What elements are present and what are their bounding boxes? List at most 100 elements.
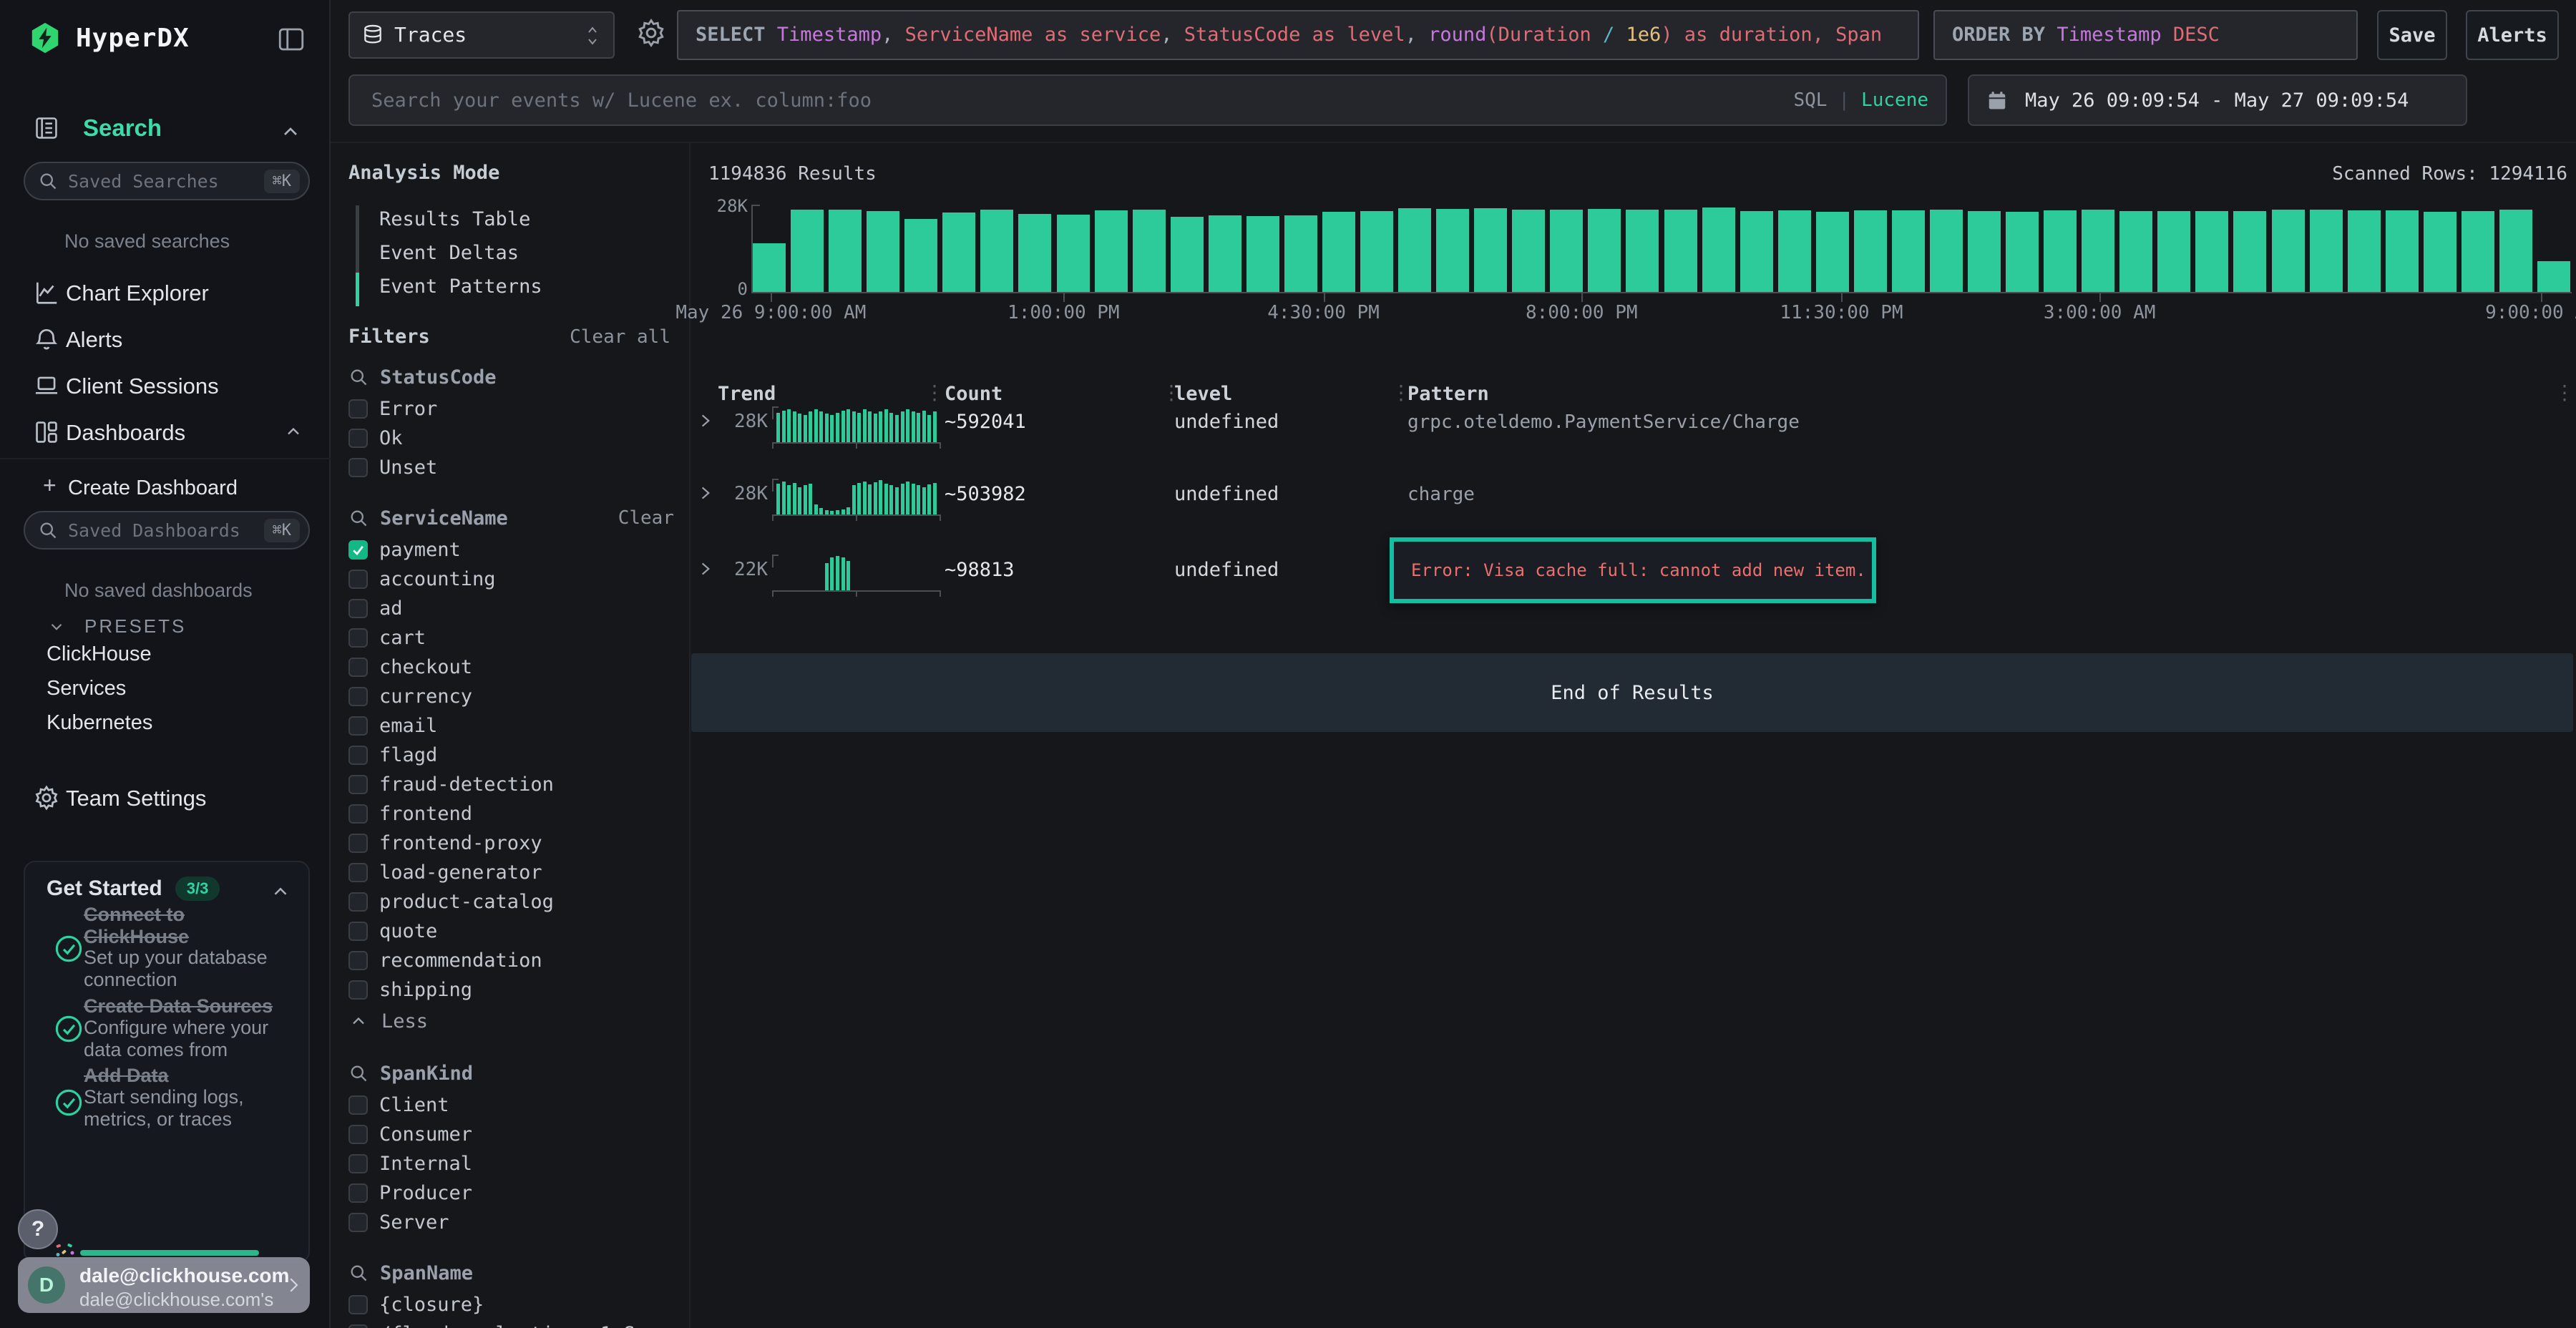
histogram-bar[interactable]: [1968, 211, 2001, 292]
histogram-bar[interactable]: [1664, 210, 1697, 292]
search-icon[interactable]: [348, 508, 369, 528]
filter-option-ok[interactable]: Ok: [348, 424, 674, 453]
checkbox[interactable]: [348, 399, 368, 419]
column-menu-dots-icon[interactable]: ⋮: [924, 381, 945, 404]
checkbox[interactable]: [348, 1213, 368, 1232]
filter-option-payment[interactable]: payment: [348, 535, 674, 565]
trend-sparkline[interactable]: [776, 480, 937, 514]
sidebar-item-team-settings[interactable]: Team Settings: [0, 778, 331, 819]
histogram-bar[interactable]: [1360, 211, 1393, 292]
checkbox[interactable]: [348, 775, 368, 794]
column-header-level[interactable]: level: [1174, 383, 1232, 405]
histogram-bar[interactable]: [753, 243, 786, 292]
sidebar-collapse-icon[interactable]: [276, 24, 306, 54]
histogram-bar[interactable]: [1322, 212, 1355, 292]
analysis-mode-event-patterns[interactable]: Event Patterns: [356, 270, 542, 303]
histogram-bar[interactable]: [2272, 210, 2305, 292]
histogram-bar[interactable]: [1512, 210, 1545, 292]
histogram-bar[interactable]: [867, 211, 899, 292]
checkbox[interactable]: [348, 570, 368, 589]
filter-option-accounting[interactable]: accounting: [348, 565, 674, 594]
checkbox[interactable]: [348, 429, 368, 448]
filter-option-ad[interactable]: ad: [348, 594, 674, 623]
histogram-bar[interactable]: [904, 219, 937, 292]
histogram-bar[interactable]: [2499, 210, 2532, 292]
filter-option-email[interactable]: email: [348, 711, 674, 741]
sidebar-item-preset-clickhouse[interactable]: ClickHouse: [47, 643, 152, 666]
histogram-bar[interactable]: [1133, 210, 1166, 292]
chevron-up-icon[interactable]: [279, 120, 302, 143]
histogram-bar[interactable]: [829, 210, 862, 292]
histogram-bar[interactable]: [1018, 214, 1051, 292]
sidebar-item-search[interactable]: Search: [33, 114, 162, 142]
source-settings-gear-icon[interactable]: [635, 17, 667, 49]
checkbox[interactable]: [348, 922, 368, 941]
chevron-up-icon[interactable]: [283, 421, 303, 441]
saved-searches-input[interactable]: Saved Searches ⌘K: [24, 162, 310, 200]
checkbox[interactable]: [348, 804, 368, 824]
histogram-bar[interactable]: [1550, 210, 1583, 292]
histogram-bar[interactable]: [1816, 212, 1849, 292]
filter-option-flagd[interactable]: flagd: [348, 741, 674, 770]
histogram-bar[interactable]: [2082, 210, 2114, 292]
filter-option-server[interactable]: Server: [348, 1208, 674, 1237]
search-icon[interactable]: [348, 367, 369, 387]
histogram-bar[interactable]: [980, 210, 1013, 292]
column-header-pattern[interactable]: Pattern: [1407, 383, 1489, 405]
highlighted-error-pattern[interactable]: Error: Visa cache full: cannot add new i…: [1390, 537, 1876, 603]
histogram-bar[interactable]: [1284, 215, 1317, 292]
checkbox[interactable]: [348, 892, 368, 912]
save-button[interactable]: Save: [2377, 10, 2447, 60]
sidebar-item-client-sessions[interactable]: Client Sessions: [0, 366, 331, 406]
filter-option-product-catalog[interactable]: product-catalog: [348, 887, 674, 917]
get-started-item-title[interactable]: Add Data: [84, 1065, 291, 1087]
histogram-bar[interactable]: [1740, 211, 1773, 292]
histogram-bar[interactable]: [2044, 210, 2077, 292]
user-menu[interactable]: D dale@clickhouse.com dale@clickhouse.co…: [18, 1257, 310, 1313]
alerts-button[interactable]: Alerts: [2466, 10, 2559, 60]
analysis-mode-results-table[interactable]: Results Table: [356, 202, 542, 236]
histogram-bar[interactable]: [2424, 212, 2457, 292]
filter-clear-link[interactable]: Clear: [618, 507, 674, 529]
histogram-bar[interactable]: [1171, 217, 1204, 292]
filter-option-quote[interactable]: quote: [348, 917, 674, 946]
sidebar-item-preset-services[interactable]: Services: [47, 677, 126, 700]
filter-option-consumer[interactable]: Consumer: [348, 1120, 674, 1149]
filter-option-error[interactable]: Error: [348, 394, 674, 424]
filter-option-frontend-proxy[interactable]: frontend-proxy: [348, 829, 674, 858]
checkbox[interactable]: [348, 1095, 368, 1115]
filter-option-shipping[interactable]: shipping: [348, 975, 674, 1005]
checkbox[interactable]: [348, 1183, 368, 1203]
checkbox[interactable]: [348, 1154, 368, 1173]
filter-option-frontend[interactable]: frontend: [348, 799, 674, 829]
filter-option-recommendation[interactable]: recommendation: [348, 946, 674, 975]
filter-option-cart[interactable]: cart: [348, 623, 674, 653]
logo[interactable]: HyperDX: [29, 21, 190, 54]
column-header-trend[interactable]: Trend: [718, 383, 776, 405]
date-range-picker[interactable]: May 26 09:09:54 - May 27 09:09:54: [1968, 74, 2467, 126]
lucene-search-input[interactable]: Search your events w/ Lucene ex. column:…: [348, 74, 1947, 126]
results-histogram[interactable]: [753, 205, 2570, 292]
checkbox[interactable]: [348, 746, 368, 765]
filter-option-unset[interactable]: Unset: [348, 453, 674, 482]
create-dashboard-button[interactable]: + Create Dashboard: [0, 469, 331, 509]
filter-option-internal[interactable]: Internal: [348, 1149, 674, 1178]
checkbox[interactable]: [348, 687, 368, 706]
show-less-toggle[interactable]: Less: [348, 1005, 674, 1038]
trend-sparkline[interactable]: [776, 408, 937, 442]
histogram-bar[interactable]: [1246, 216, 1279, 292]
histogram-bar[interactable]: [791, 210, 824, 292]
lang-lucene[interactable]: Lucene: [1861, 89, 1928, 111]
column-menu-dots-icon[interactable]: ⋮: [2555, 381, 2575, 404]
histogram-bar[interactable]: [2537, 261, 2570, 292]
saved-dashboards-input[interactable]: Saved Dashboards ⌘K: [24, 511, 310, 550]
checkbox[interactable]: [348, 628, 368, 648]
source-select[interactable]: Traces: [348, 11, 615, 59]
checkbox[interactable]: [348, 863, 368, 882]
filter-option--closure-[interactable]: {closure}: [348, 1290, 674, 1319]
sidebar-item-alerts[interactable]: Alerts: [0, 320, 331, 360]
help-button[interactable]: ?: [18, 1209, 58, 1249]
histogram-bar[interactable]: [2195, 211, 2228, 292]
histogram-bar[interactable]: [2006, 212, 2039, 292]
histogram-bar[interactable]: [2233, 211, 2266, 292]
